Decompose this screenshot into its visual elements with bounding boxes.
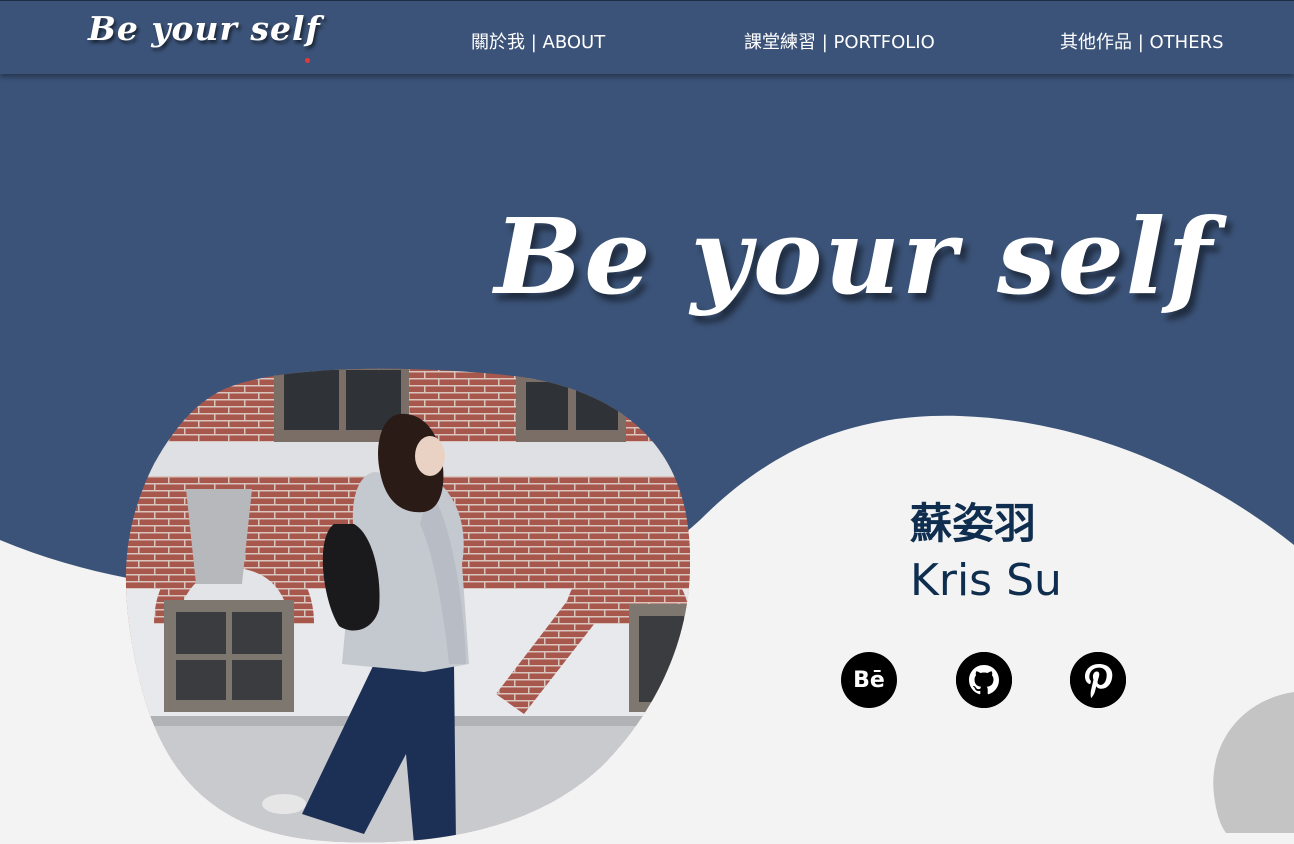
nav-item-portfolio[interactable]: 課堂練習 | PORTFOLIO — [744, 31, 935, 55]
pinterest-link[interactable] — [1070, 652, 1126, 708]
profile-photo — [125, 368, 690, 843]
profile-name-chinese: 蘇姿羽 — [910, 499, 1037, 548]
navbar: Be your self 關於我 | ABOUT 課堂練習 | PORTFOLI… — [0, 0, 1294, 74]
behance-icon: Bē — [853, 667, 885, 693]
profile-name-english: Kris Su — [910, 555, 1062, 606]
pinterest-icon — [1070, 652, 1126, 708]
behance-link[interactable]: Bē — [841, 652, 897, 708]
github-link[interactable] — [956, 652, 1012, 708]
hero-title: Be your self — [494, 195, 1214, 318]
site-logo[interactable]: Be your self — [88, 9, 321, 48]
github-icon — [956, 652, 1012, 708]
nav-item-about[interactable]: 關於我 | ABOUT — [471, 31, 605, 55]
nav-item-others[interactable]: 其他作品 | OTHERS — [1060, 31, 1224, 55]
logo-accent-dot — [305, 58, 310, 63]
